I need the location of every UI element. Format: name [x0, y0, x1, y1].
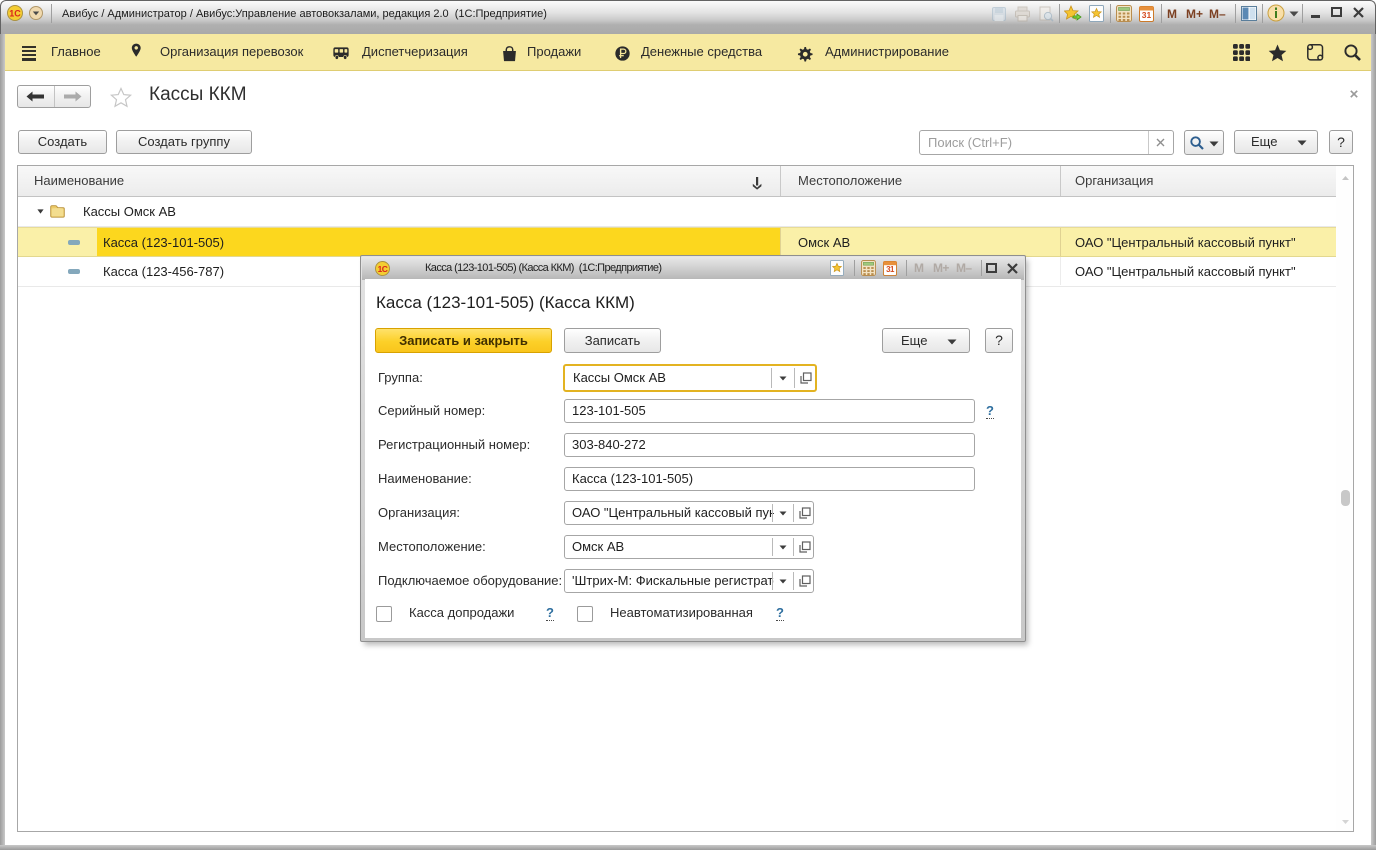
svg-text:1С: 1С — [378, 264, 388, 274]
svg-text:1С: 1С — [9, 9, 21, 19]
svg-text:31: 31 — [886, 265, 895, 274]
svg-text:31: 31 — [1142, 10, 1152, 20]
